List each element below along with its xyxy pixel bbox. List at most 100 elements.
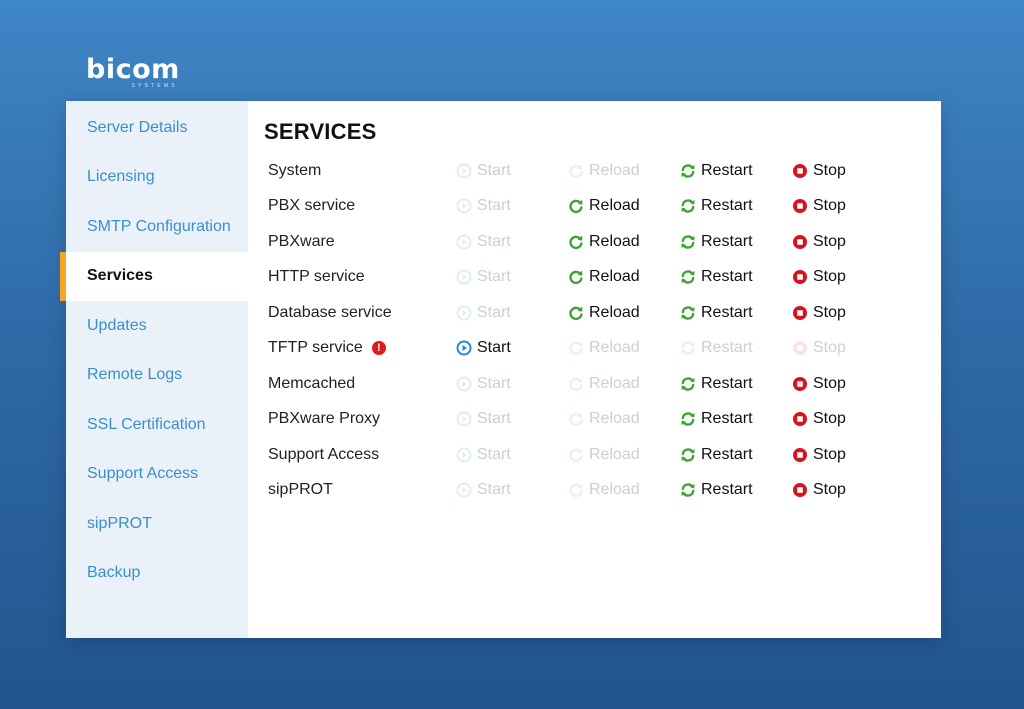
restart-button[interactable]: Restart [680, 268, 792, 286]
restart-button[interactable]: Restart [680, 304, 792, 322]
restart-label: Restart [701, 197, 753, 215]
reload-icon [568, 447, 584, 463]
service-name-label: sipPROT [268, 481, 333, 499]
restart-label: Restart [701, 268, 753, 286]
reload-button: Reload [568, 375, 680, 393]
service-row: sipPROT Start Reload Restart Stop [264, 473, 941, 509]
start-button[interactable]: Start [456, 339, 568, 357]
restart-label: Restart [701, 445, 753, 463]
stop-label: Stop [813, 410, 846, 428]
stop-label: Stop [813, 481, 846, 499]
restart-button[interactable]: Restart [680, 410, 792, 428]
play-circle-icon [456, 269, 472, 285]
stop-button: Stop [792, 339, 872, 357]
restart-icon [680, 340, 696, 356]
start-label: Start [477, 268, 511, 286]
warning-icon: ! [371, 341, 386, 356]
restart-icon [680, 411, 696, 427]
service-row: PBXware Start Reload Restart Stop [264, 224, 941, 260]
service-name-label: HTTP service [268, 268, 365, 286]
start-button: Start [456, 197, 568, 215]
service-name: sipPROT [264, 481, 456, 499]
stop-button[interactable]: Stop [792, 375, 872, 393]
service-name-label: Database service [268, 303, 392, 321]
start-button: Start [456, 446, 568, 464]
sidebar-item-licensing[interactable]: Licensing [66, 153, 248, 203]
reload-label: Reload [589, 374, 640, 392]
reload-icon [568, 340, 584, 356]
stop-icon [792, 305, 808, 321]
restart-icon [680, 447, 696, 463]
sidebar-item-remote-logs[interactable]: Remote Logs [66, 351, 248, 401]
reload-button: Reload [568, 339, 680, 357]
reload-button[interactable]: Reload [568, 268, 680, 286]
reload-icon [568, 234, 584, 250]
play-circle-icon [456, 482, 472, 498]
restart-button[interactable]: Restart [680, 481, 792, 499]
stop-label: Stop [813, 303, 846, 321]
start-label: Start [477, 339, 511, 357]
stop-button[interactable]: Stop [792, 304, 872, 322]
stop-button[interactable]: Stop [792, 410, 872, 428]
restart-button[interactable]: Restart [680, 197, 792, 215]
sidebar-item-support-access[interactable]: Support Access [66, 450, 248, 500]
restart-label: Restart [701, 374, 753, 392]
sidebar-item-label: SMTP Configuration [87, 217, 231, 235]
sidebar-item-label: Support Access [87, 465, 199, 483]
restart-label: Restart [701, 232, 753, 250]
stop-icon [792, 376, 808, 392]
service-name: Support Access [264, 446, 456, 464]
bicom-logo: bicom SYSTEMS [86, 56, 180, 90]
sidebar-item-services[interactable]: Services [60, 251, 248, 301]
restart-button: Restart [680, 339, 792, 357]
sidebar-item-label: Services [87, 267, 153, 285]
service-name-label: Memcached [268, 374, 356, 392]
stop-label: Stop [813, 374, 846, 392]
sidebar-item-label: Licensing [87, 168, 155, 186]
play-circle-icon [456, 305, 472, 321]
reload-button[interactable]: Reload [568, 197, 680, 215]
service-name: PBXware Proxy [264, 410, 456, 428]
restart-button[interactable]: Restart [680, 233, 792, 251]
service-row: PBX service Start Reload Restart Stop [264, 189, 941, 225]
sidebar-item-ssl-certification[interactable]: SSL Certification [66, 400, 248, 450]
reload-button[interactable]: Reload [568, 233, 680, 251]
sidebar-item-server-details[interactable]: Server Details [66, 103, 248, 153]
sidebar-item-smtp-configuration[interactable]: SMTP Configuration [66, 202, 248, 252]
reload-button: Reload [568, 162, 680, 180]
restart-label: Restart [701, 303, 753, 321]
reload-icon [568, 482, 584, 498]
reload-icon [568, 376, 584, 392]
stop-button[interactable]: Stop [792, 162, 872, 180]
reload-label: Reload [589, 161, 640, 179]
reload-icon [568, 411, 584, 427]
stop-icon [792, 447, 808, 463]
play-circle-icon [456, 411, 472, 427]
service-name: Memcached [264, 375, 456, 393]
reload-button[interactable]: Reload [568, 304, 680, 322]
start-button: Start [456, 304, 568, 322]
restart-button[interactable]: Restart [680, 375, 792, 393]
stop-button[interactable]: Stop [792, 268, 872, 286]
restart-label: Restart [701, 481, 753, 499]
service-name: Database service [264, 304, 456, 322]
stop-icon [792, 482, 808, 498]
sidebar-item-sipprot[interactable]: sipPROT [66, 499, 248, 549]
restart-button[interactable]: Restart [680, 162, 792, 180]
restart-button[interactable]: Restart [680, 446, 792, 464]
service-row: Memcached Start Reload Restart Stop [264, 366, 941, 402]
stop-button[interactable]: Stop [792, 481, 872, 499]
sidebar-item-updates[interactable]: Updates [66, 301, 248, 351]
page-title: SERVICES [264, 119, 377, 144]
stop-button[interactable]: Stop [792, 446, 872, 464]
reload-label: Reload [589, 303, 640, 321]
stop-button[interactable]: Stop [792, 197, 872, 215]
play-circle-icon [456, 447, 472, 463]
service-name: PBXware [264, 233, 456, 251]
stop-button[interactable]: Stop [792, 233, 872, 251]
stop-label: Stop [813, 268, 846, 286]
sidebar-item-backup[interactable]: Backup [66, 549, 248, 599]
reload-button: Reload [568, 410, 680, 428]
service-row: HTTP service Start Reload Restart Stop [264, 260, 941, 296]
start-button: Start [456, 268, 568, 286]
